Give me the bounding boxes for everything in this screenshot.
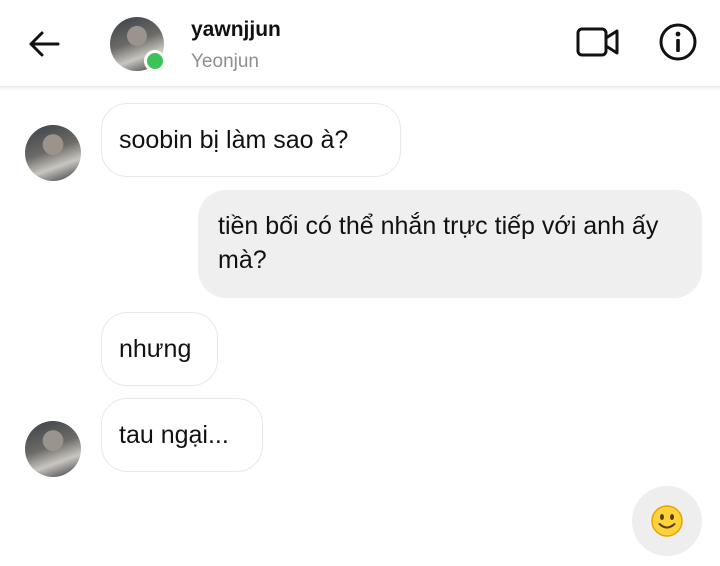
- arrow-left-icon: [29, 31, 60, 57]
- info-button[interactable]: [656, 22, 700, 62]
- outgoing-message-bubble[interactable]: tiền bối có thể nhắn trực tiếp với anh ấ…: [198, 190, 702, 298]
- header-avatar[interactable]: [110, 17, 166, 72]
- video-camera-icon: [576, 27, 619, 57]
- emoji-button[interactable]: [632, 486, 702, 556]
- avatar-image: [25, 125, 81, 181]
- incoming-message-bubble[interactable]: nhưng: [101, 312, 218, 386]
- smiling-face-icon: [651, 505, 683, 537]
- online-status-dot: [144, 50, 166, 72]
- avatar-image: [25, 421, 81, 477]
- chat-header: yawnjjun Yeonjun: [0, 0, 720, 87]
- back-button[interactable]: [26, 26, 62, 62]
- sender-avatar[interactable]: [25, 421, 81, 477]
- chat-display-name: Yeonjun: [191, 51, 259, 72]
- message-text: nhưng: [119, 335, 192, 363]
- incoming-message-bubble[interactable]: tau ngại...: [101, 398, 263, 472]
- info-icon: [659, 23, 697, 61]
- video-call-button[interactable]: [576, 22, 620, 62]
- message-text: soobin bị làm sao à?: [119, 126, 349, 154]
- chat-username[interactable]: yawnjjun: [191, 18, 281, 42]
- incoming-message-bubble[interactable]: soobin bị làm sao à?: [101, 103, 401, 177]
- message-text: tau ngại...: [119, 421, 229, 449]
- message-text: tiền bối có thể nhắn trực tiếp với anh ấ…: [218, 212, 659, 274]
- sender-avatar[interactable]: [25, 125, 81, 181]
